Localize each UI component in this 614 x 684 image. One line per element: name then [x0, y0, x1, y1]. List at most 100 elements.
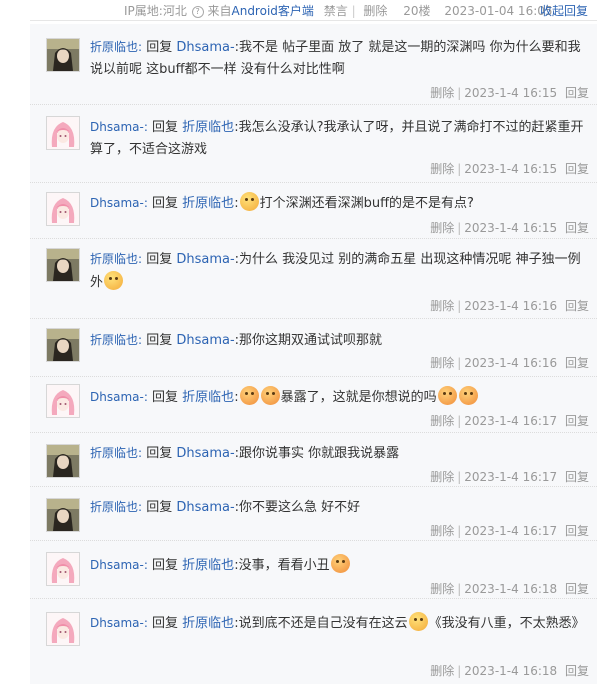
reply-actions: 删除 | 2023-1-4 16:16 回复 [430, 356, 589, 370]
reply-link[interactable]: 回复 [565, 356, 589, 370]
reply-link[interactable]: 回复 [565, 470, 589, 484]
delete-link[interactable]: 删除 [430, 664, 454, 678]
delete-link[interactable]: 删除 [430, 162, 454, 176]
pink-hair-avatar[interactable] [46, 384, 80, 418]
grin-emoji-icon [239, 192, 259, 211]
reply-item: Dhsama-: 回复 折原临也: 打个深渊还看深渊buff的是不是有点? 删除 |… [30, 182, 597, 239]
help-icon[interactable]: ? [191, 6, 204, 18]
reply-actions: 删除 | 2023-1-4 16:17 回复 [430, 414, 589, 428]
username-link[interactable]: 折原临也: [90, 500, 142, 514]
pink-hair-avatar[interactable] [46, 552, 80, 586]
dark-hair-avatar[interactable] [46, 328, 80, 362]
pink-hair-avatar[interactable] [46, 192, 80, 226]
username-link[interactable]: Dhsama-: [90, 120, 148, 134]
reply-time: 2023-1-4 16:16 [464, 299, 558, 313]
reply-actions: 删除 | 2023-1-4 16:18 回复 [430, 664, 589, 678]
reply-item: Dhsama-: 回复 折原临也:没事，看看小丑 删除 | 2023-1-4 16:… [30, 540, 597, 599]
angry-emoji-icon [437, 386, 457, 405]
dark-hair-avatar[interactable] [46, 38, 80, 72]
username-link[interactable]: 折原临也: [90, 446, 142, 460]
reply-content: 折原临也: 回复 Dhsama-:我不是 帖子里面 放了 就是这一期的深渊吗 你… [90, 40, 581, 77]
reply-target-link[interactable]: Dhsama- [176, 40, 234, 55]
reply-link[interactable]: 回复 [565, 162, 589, 176]
reply-item: 折原临也: 回复 Dhsama-:跟你说事实 你就跟我说暴露 删除 | 2023-1… [30, 432, 597, 487]
source-client-link[interactable]: Android客户端 [232, 4, 314, 18]
delete-link[interactable]: 删除 [430, 299, 454, 313]
username-link[interactable]: Dhsama-: [90, 196, 148, 210]
ban-link[interactable]: 禁言 [324, 4, 348, 18]
reply-item: Dhsama-: 回复 折原临也:说到底不还是自己没有在这云 《我没有八重，不太熟… [30, 598, 597, 684]
reply-time: 2023-1-4 16:17 [464, 414, 558, 428]
username-link[interactable]: 折原临也: [90, 40, 142, 54]
delete-link[interactable]: 删除 [430, 470, 454, 484]
reply-target-link[interactable]: 折原临也 [182, 120, 234, 135]
reply-target-link[interactable]: 折原临也 [182, 196, 234, 211]
reply-link[interactable]: 回复 [565, 221, 589, 235]
reply-text: :跟你说事实 你就跟我说暴露 [234, 446, 400, 461]
username-link[interactable]: Dhsama-: [90, 616, 148, 630]
divider [30, 20, 597, 21]
ip-location: IP属地:河北 [124, 4, 187, 18]
reply-time: 2023-1-4 16:15 [464, 86, 558, 100]
reply-text: :你不要这么急 好不好 [234, 500, 361, 515]
delete-link[interactable]: 删除 [430, 221, 454, 235]
reply-content: 折原临也: 回复 Dhsama-:那你这期双通试试呗那就 [90, 333, 383, 348]
angry-emoji-icon [330, 554, 350, 573]
delete-link[interactable]: 删除 [363, 4, 387, 18]
floor-number: 20楼 [403, 4, 431, 18]
reply-target-link[interactable]: 折原临也 [182, 558, 234, 573]
pink-hair-avatar[interactable] [46, 612, 80, 646]
reply-link[interactable]: 回复 [565, 299, 589, 313]
reply-target-link[interactable]: Dhsama- [176, 500, 234, 515]
post-datetime: 2023-01-04 16:05 [444, 4, 553, 18]
reply-content: 折原临也: 回复 Dhsama-:为什么 我没见过 别的满命五星 出现这种情况呢… [90, 252, 581, 290]
reply-link[interactable]: 回复 [565, 582, 589, 596]
reply-item: Dhsama-: 回复 折原临也:我怎么没承认?我承认了呀，并且说了满命打不过的… [30, 104, 597, 183]
reply-link[interactable]: 回复 [565, 414, 589, 428]
username-link[interactable]: Dhsama-: [90, 558, 148, 572]
reply-link[interactable]: 回复 [565, 664, 589, 678]
delete-link[interactable]: 删除 [430, 356, 454, 370]
delete-link[interactable]: 删除 [430, 414, 454, 428]
post-meta: IP属地:河北 ? 来自Android客户端 禁言 | 删除 20楼 2023-… [124, 4, 553, 18]
reply-target-link[interactable]: 折原临也 [182, 616, 234, 631]
reply-time: 2023-1-4 16:17 [464, 524, 558, 538]
reply-actions: 删除 | 2023-1-4 16:15 回复 [430, 221, 589, 235]
username-link[interactable]: 折原临也: [90, 252, 142, 266]
post-meta-bar: IP属地:河北 ? 来自Android客户端 禁言 | 删除 20楼 2023-… [0, 0, 614, 20]
reply-content: Dhsama-: 回复 折原临也:没事，看看小丑 [90, 554, 590, 577]
delete-link[interactable]: 删除 [430, 86, 454, 100]
reply-link[interactable]: 回复 [565, 86, 589, 100]
reply-content: Dhsama-: 回复 折原临也:我怎么没承认?我承认了呀，并且说了满命打不过的… [90, 120, 584, 157]
angry-emoji-icon [239, 386, 259, 405]
dark-hair-avatar[interactable] [46, 444, 80, 478]
reply-actions: 删除 | 2023-1-4 16:18 回复 [430, 582, 589, 596]
reply-text: 暴露了，这就是你想说的吗 [280, 390, 437, 405]
reply-target-link[interactable]: Dhsama- [176, 446, 234, 461]
reply-actions: 删除 | 2023-1-4 16:16 回复 [430, 299, 589, 313]
sub-reply-panel: 折原临也: 回复 Dhsama-:我不是 帖子里面 放了 就是这一期的深渊吗 你… [30, 24, 597, 684]
reply-actions: 删除 | 2023-1-4 16:15 回复 [430, 86, 589, 100]
reply-item: 折原临也: 回复 Dhsama-:我不是 帖子里面 放了 就是这一期的深渊吗 你… [30, 24, 597, 105]
delete-link[interactable]: 删除 [430, 524, 454, 538]
reply-content: Dhsama-: 回复 折原临也:说到底不还是自己没有在这云 《我没有八重，不太熟… [90, 612, 590, 635]
dark-hair-avatar[interactable] [46, 498, 80, 532]
dark-hair-avatar[interactable] [46, 248, 80, 282]
delete-link[interactable]: 删除 [430, 582, 454, 596]
angry-emoji-icon [458, 386, 478, 405]
collapse-replies-link[interactable]: 收起回复 [540, 2, 588, 19]
reply-content: 折原临也: 回复 Dhsama-:你不要这么急 好不好 [90, 500, 361, 515]
reply-item: 折原临也: 回复 Dhsama-:为什么 我没见过 别的满命五星 出现这种情况呢… [30, 238, 597, 319]
reply-target-link[interactable]: Dhsama- [176, 333, 234, 348]
reply-time: 2023-1-4 16:17 [464, 470, 558, 484]
reply-target-link[interactable]: Dhsama- [176, 252, 234, 267]
username-link[interactable]: Dhsama-: [90, 390, 148, 404]
pink-hair-avatar[interactable] [46, 116, 80, 150]
reply-time: 2023-1-4 16:16 [464, 356, 558, 370]
username-link[interactable]: 折原临也: [90, 333, 142, 347]
reply-target-link[interactable]: 折原临也 [182, 390, 234, 405]
reply-time: 2023-1-4 16:15 [464, 221, 558, 235]
reply-link[interactable]: 回复 [565, 524, 589, 538]
reply-text: :那你这期双通试试呗那就 [234, 333, 383, 348]
angry-emoji-icon [260, 386, 280, 405]
